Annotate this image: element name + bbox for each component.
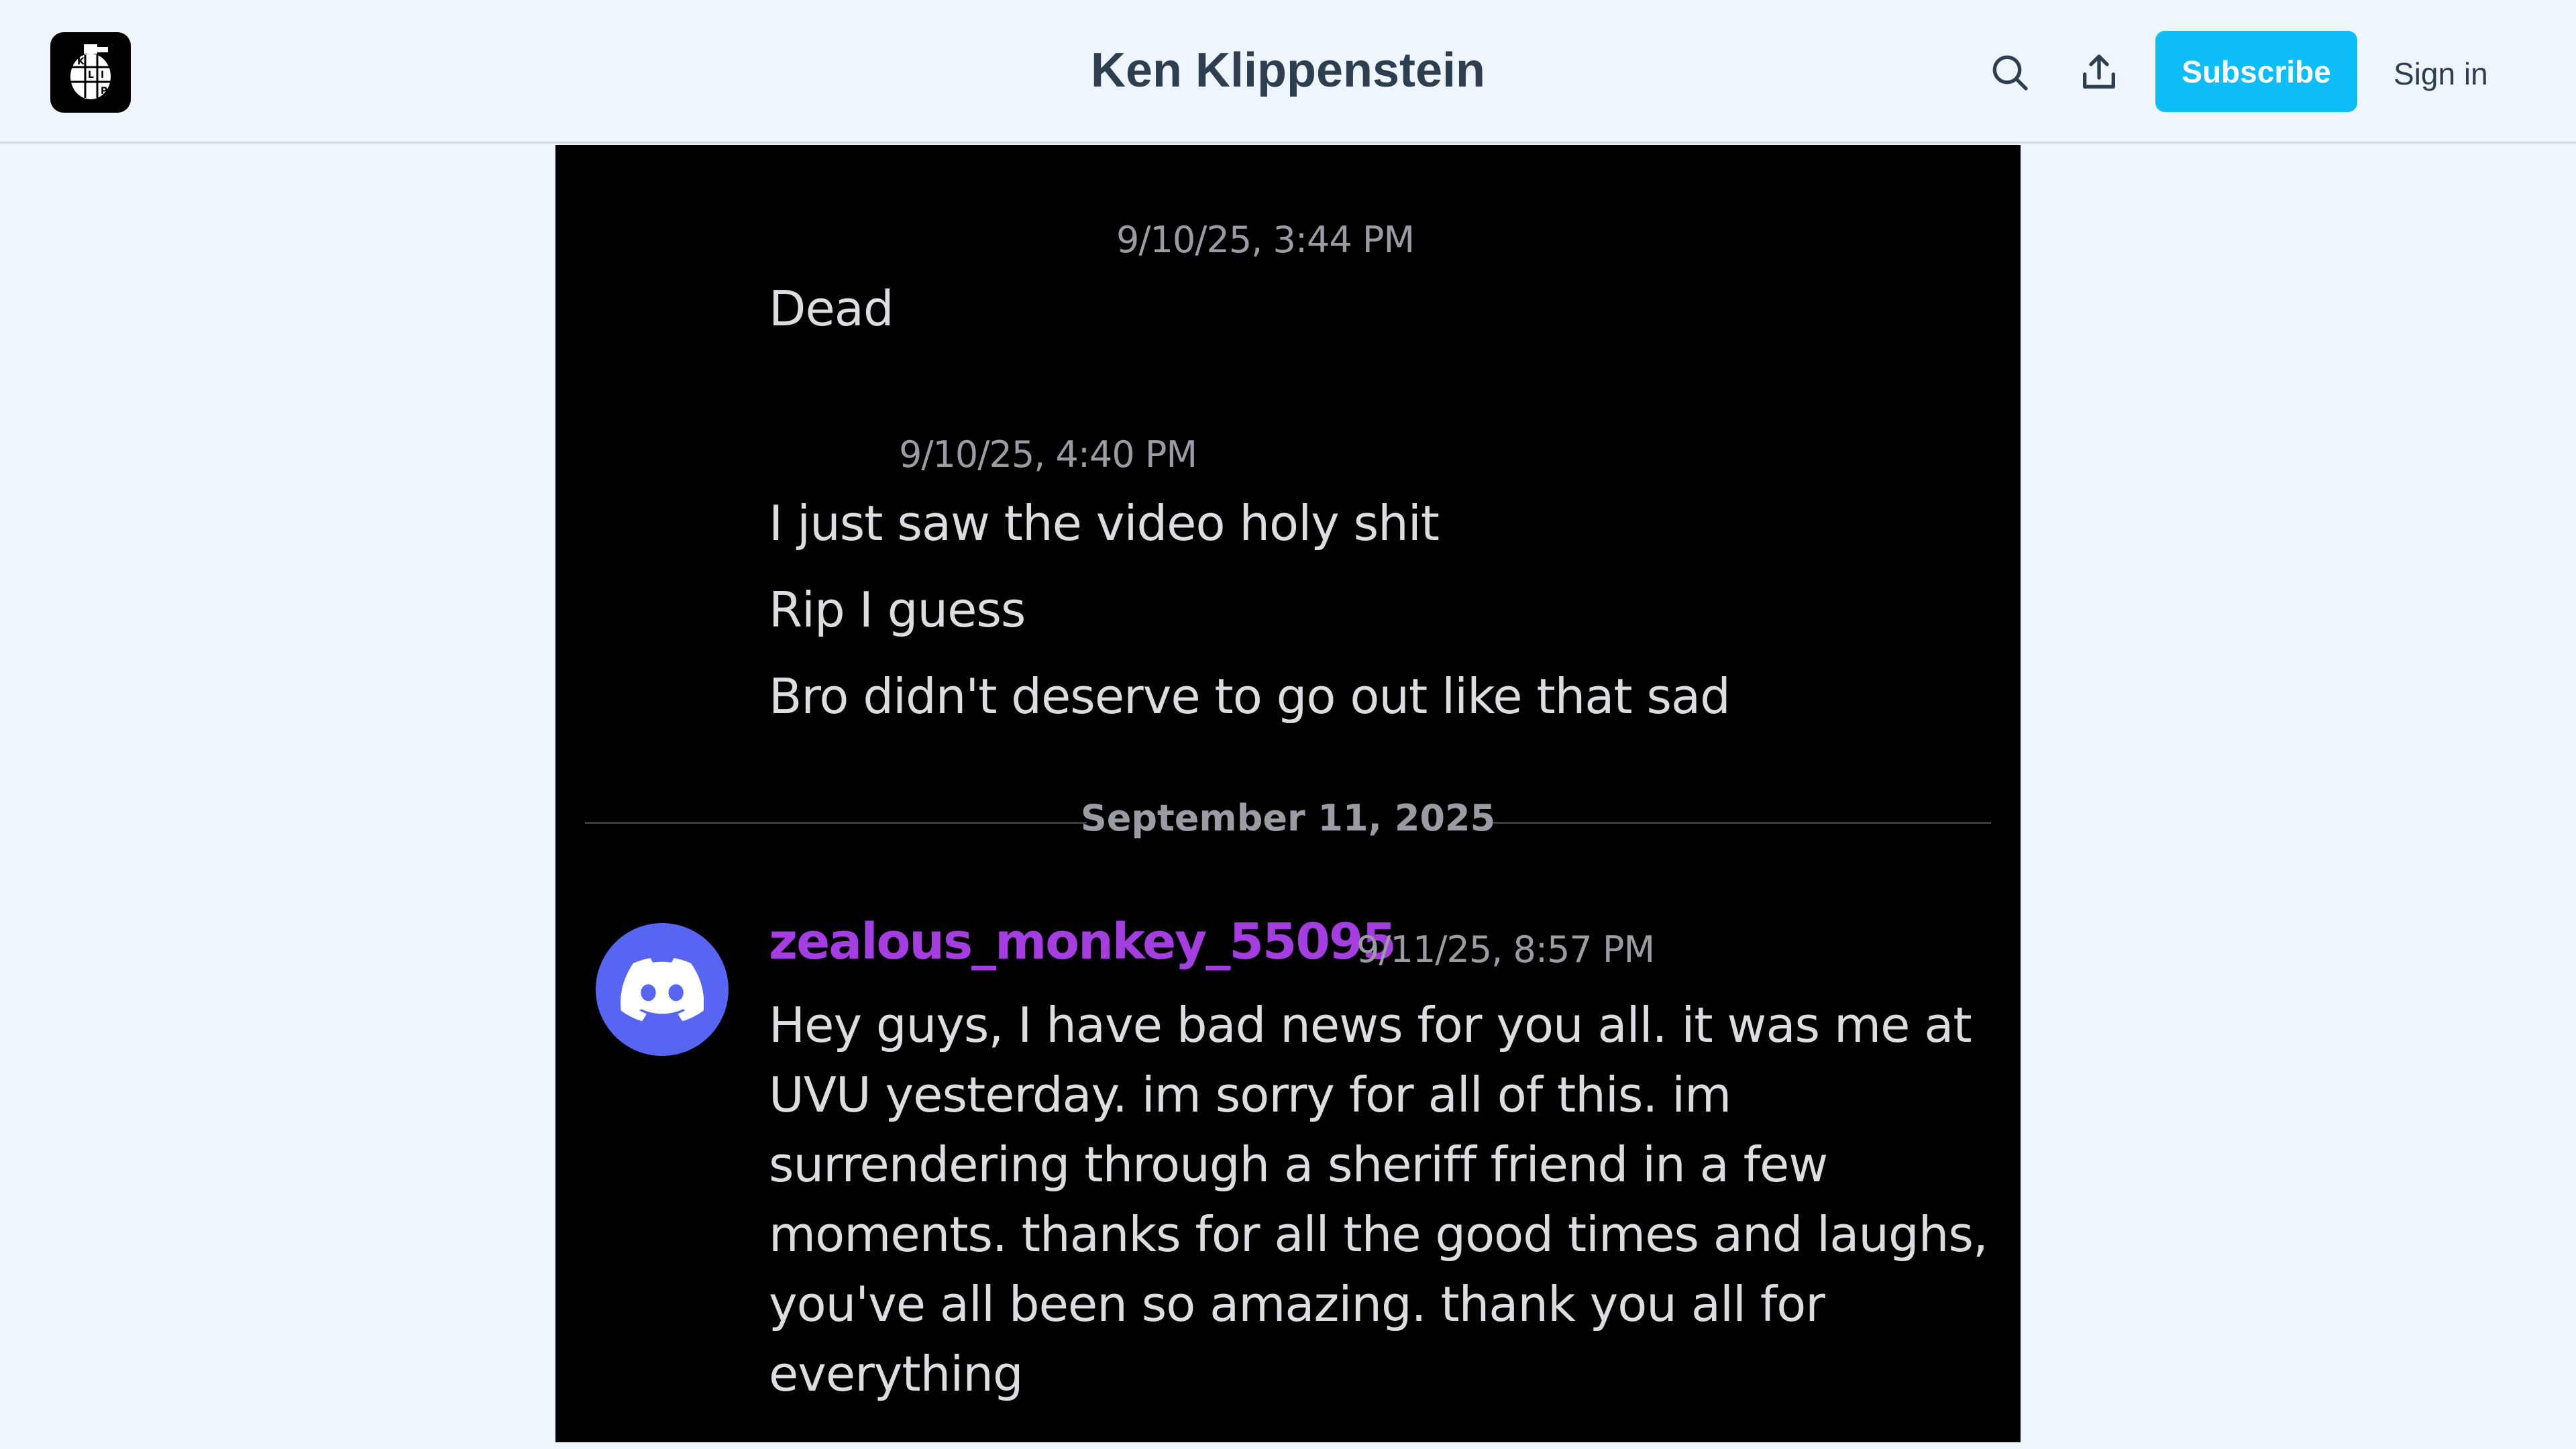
chat-screenshot-image: 9/10/25, 3:44 PM Dead 9/10/25, 4:40 PM I… (555, 145, 2021, 1442)
share-icon (2083, 54, 2115, 89)
message-line: Dead (769, 280, 894, 337)
sign-in-link[interactable]: Sign in (2394, 47, 2488, 101)
user-avatar (596, 923, 729, 1056)
subscribe-button[interactable]: Subscribe (2155, 31, 2357, 112)
message-timestamp: 9/10/25, 4:40 PM (899, 433, 1197, 476)
site-title[interactable]: Ken Klippenstein (1091, 44, 1485, 97)
share-button[interactable] (2075, 48, 2123, 97)
logo-letter-k: K (77, 56, 85, 67)
search-icon (1992, 55, 2028, 91)
post-message-text: Hey guys, I have bad news for you all. i… (769, 997, 1988, 1402)
username: zealous_monkey_55095 (769, 913, 1397, 971)
message-line: Rip I guess (769, 582, 1026, 638)
post-timestamp: 9/11/25, 8:57 PM (1356, 928, 1655, 971)
site-logo[interactable]: K L I P (50, 32, 131, 113)
message-line: Bro didn't deserve to go out like that s… (769, 668, 1731, 724)
grenade-logo-icon: K L I P (70, 44, 111, 99)
logo-letter-l: L (88, 70, 94, 80)
message-line: I just saw the video holy shit (769, 495, 1440, 551)
search-button[interactable] (1986, 48, 2034, 97)
discord-icon (621, 958, 704, 1022)
site-header: K L I P Ken Klippenstein Subscribe Sign … (0, 0, 2576, 144)
logo-letter-i: I (101, 70, 104, 80)
logo-letter-p: P (101, 86, 107, 97)
date-divider-label: September 11, 2025 (1080, 797, 1496, 839)
message-timestamp: 9/10/25, 3:44 PM (1116, 219, 1415, 261)
